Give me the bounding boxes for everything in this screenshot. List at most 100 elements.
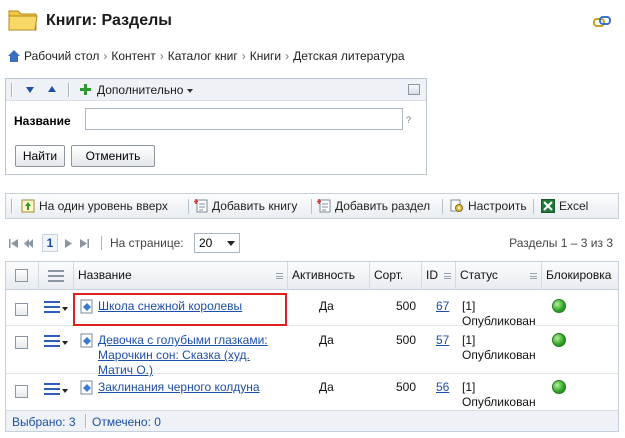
add-section-button[interactable]: Добавить раздел — [317, 199, 430, 213]
active-value: Да — [319, 299, 334, 313]
excel-label: Excel — [559, 199, 589, 213]
filter-panel: Дополнительно Название ? Найти Отменить — [5, 78, 427, 175]
header-id-label: ID — [426, 268, 438, 282]
status-value: [1] Опубликован — [462, 299, 536, 328]
favorites-link-icon[interactable] — [593, 14, 611, 30]
collapse-up-icon[interactable] — [48, 86, 56, 92]
chevron-down-icon — [227, 241, 235, 246]
row-checkbox[interactable] — [15, 303, 28, 316]
level-up-icon — [21, 199, 35, 213]
breadcrumb-item-content[interactable]: Контент — [111, 49, 155, 63]
minimize-icon[interactable] — [408, 84, 420, 95]
table-row[interactable]: Заклинания черного колдуна Да 500 56 [1]… — [6, 375, 618, 410]
toolbar-separator — [68, 83, 70, 97]
lock-status-lamp-icon — [552, 299, 566, 313]
add-book-button[interactable]: Добавить книгу — [194, 199, 297, 213]
find-button[interactable]: Найти — [15, 145, 65, 167]
section-icon — [80, 380, 93, 395]
header-sort[interactable]: Сорт. — [370, 262, 422, 290]
header-name-label: Название — [78, 268, 132, 282]
header-active[interactable]: Активность — [288, 262, 370, 290]
columns-menu-icon[interactable] — [48, 270, 66, 284]
footer-separator — [85, 414, 87, 428]
pager-separator — [101, 236, 103, 250]
breadcrumb: Рабочий стол › Контент › Каталог книг › … — [8, 48, 405, 64]
status-value: [1] Опубликован — [462, 333, 536, 362]
toolbar-separator — [311, 199, 312, 214]
header-active-label: Активность — [292, 268, 356, 282]
breadcrumb-separator: › — [159, 49, 164, 63]
checked-count: Отмечено: 0 — [92, 415, 161, 429]
sort-value: 500 — [396, 299, 417, 313]
breadcrumb-item-books[interactable]: Книги — [250, 49, 281, 63]
row-actions-icon[interactable] — [44, 383, 62, 397]
name-filter-input[interactable] — [85, 108, 403, 130]
column-menu-icon[interactable] — [276, 273, 283, 279]
sort-value: 500 — [396, 333, 417, 347]
breadcrumb-item-desktop[interactable]: Рабочий стол — [24, 49, 99, 63]
per-page-select[interactable]: 20 — [194, 233, 240, 253]
header-lock-label: Блокировка — [546, 268, 612, 282]
last-page-icon[interactable] — [80, 239, 89, 248]
section-icon — [80, 333, 93, 348]
column-menu-icon[interactable] — [444, 273, 451, 279]
section-title-link[interactable]: Заклинания черного колдуна — [98, 380, 288, 395]
next-page-icon[interactable] — [65, 239, 74, 248]
chevron-down-icon — [62, 307, 68, 311]
id-link[interactable]: 57 — [436, 333, 449, 347]
plus-icon[interactable] — [80, 84, 91, 95]
breadcrumb-separator: › — [241, 49, 246, 63]
level-up-button[interactable]: На один уровень вверх — [21, 199, 168, 213]
settings-button[interactable]: Настроить — [450, 199, 527, 213]
breadcrumb-separator: › — [285, 49, 290, 63]
header-name[interactable]: Название — [74, 262, 288, 290]
name-filter-label: Название — [14, 114, 71, 128]
breadcrumb-separator: › — [103, 49, 108, 63]
row-checkbox[interactable] — [15, 336, 28, 349]
home-icon — [8, 50, 20, 62]
current-page[interactable]: 1 — [42, 234, 58, 252]
id-link[interactable]: 67 — [436, 299, 449, 313]
row-checkbox[interactable] — [15, 385, 28, 398]
settings-label: Настроить — [468, 199, 527, 213]
level-up-label: На один уровень вверх — [39, 199, 168, 213]
first-page-icon[interactable] — [9, 239, 18, 248]
row-highlight-frame — [73, 293, 287, 326]
row-actions-icon[interactable] — [44, 335, 62, 349]
table-row[interactable]: Девочка с голубыми глазками: Марочкин со… — [6, 327, 618, 377]
more-filters-button[interactable]: Дополнительно — [97, 83, 194, 97]
header-actions — [39, 262, 74, 290]
sort-value: 500 — [396, 380, 417, 394]
section-title-link[interactable]: Девочка с голубыми глазками: Марочкин со… — [98, 333, 288, 378]
excel-export-button[interactable]: Excel — [541, 199, 588, 213]
header-id[interactable]: ID — [422, 262, 456, 290]
page-title: Книги: Разделы — [46, 12, 172, 29]
toolbar-separator — [188, 199, 189, 214]
lock-status-lamp-icon — [552, 380, 566, 394]
header-status[interactable]: Статус — [456, 262, 542, 290]
breadcrumb-item-current[interactable]: Детская литература — [293, 49, 404, 63]
cancel-button[interactable]: Отменить — [71, 145, 155, 167]
per-page-label: На странице: — [110, 236, 184, 250]
folder-icon — [8, 10, 38, 31]
header-lock[interactable]: Блокировка — [542, 262, 618, 290]
excel-icon — [541, 199, 555, 213]
toolbar-grip — [11, 83, 13, 97]
header-sort-label: Сорт. — [374, 268, 404, 282]
id-link[interactable]: 56 — [436, 380, 449, 394]
chevron-down-icon — [62, 341, 68, 345]
breadcrumb-item-catalog[interactable]: Каталог книг — [168, 49, 238, 63]
filter-toolbar: Дополнительно — [6, 79, 426, 101]
add-book-label: Добавить книгу — [212, 199, 298, 213]
help-icon[interactable]: ? — [406, 115, 411, 125]
add-section-icon — [317, 199, 331, 213]
select-all-checkbox[interactable] — [15, 269, 28, 282]
selected-count: Выбрано: 3 — [12, 415, 76, 429]
row-actions-icon[interactable] — [44, 301, 62, 315]
toolbar-separator — [533, 199, 534, 214]
expand-down-icon[interactable] — [26, 87, 34, 93]
header-select-all — [6, 262, 39, 290]
chevron-down-icon — [187, 88, 194, 93]
prev-page-icon[interactable] — [24, 239, 33, 248]
column-menu-icon[interactable] — [530, 273, 537, 279]
